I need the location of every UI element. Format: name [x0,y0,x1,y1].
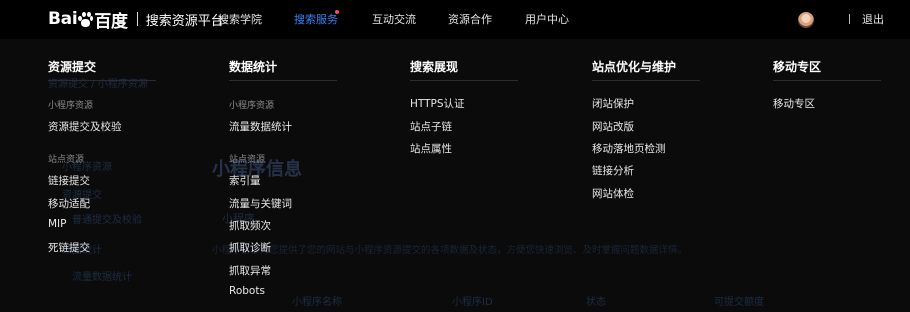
nav-user-center[interactable]: 用户中心 [525,12,569,28]
menu-link-site-sublinks[interactable]: 站点子链 [410,119,452,134]
menu-link-site-revision[interactable]: 网站改版 [592,119,634,134]
menu-column-data-stats: 数据统计 [229,58,337,81]
logout-link[interactable]: 退出 [862,12,884,28]
menu-link-mobile-adapt[interactable]: 移动适配 [48,196,90,211]
menu-link-mip[interactable]: MIP [48,218,67,230]
column-heading: 数据统计 [229,58,337,81]
column-heading: 搜索展现 [410,58,518,81]
menu-link-robots[interactable]: Robots [229,285,265,297]
baidu-logo[interactable]: Bai 百度 搜索资源平台 [48,9,224,32]
menu-link-https-cert[interactable]: HTTPS认证 [410,96,465,111]
nav-interaction[interactable]: 互动交流 [372,12,416,28]
bg-table-header: 状态 [586,297,606,308]
notification-dot [335,10,339,14]
menu-link-traffic-keywords[interactable]: 流量与关键词 [229,196,292,211]
menu-link-mobile-zone[interactable]: 移动专区 [773,96,815,111]
site-title: 搜索资源平台 [145,13,224,29]
column-heading: 移动专区 [773,58,881,81]
menu-link-site-closure-protect[interactable]: 闭站保护 [592,96,634,111]
top-navigation-bar: Bai 百度 搜索资源平台 搜索学院 搜索服务 互动交流 资源合作 用户中心 退… [0,0,910,39]
bg-table-header: 可提交额度 [714,297,764,308]
menu-link-index-volume[interactable]: 索引量 [229,173,261,188]
column-heading: 资源提交 [48,58,156,81]
logo-text-du: 百度 [94,11,128,32]
bg-description: 小程序信息为您提供了您的网站与小程序资源提交的各项数据及状态，方便您快速浏览、及… [212,245,688,256]
logo-text-bai: Bai [48,9,78,29]
menu-link-crawl-frequency[interactable]: 抓取频次 [229,218,271,233]
menu-link-site-attributes[interactable]: 站点属性 [410,141,452,156]
menu-link-dead-link-submit[interactable]: 死链提交 [48,240,90,255]
menu-column-site-optimization: 站点优化与维护 [592,58,700,81]
nav-resource-cooperation[interactable]: 资源合作 [448,12,492,28]
bg-sidebar-item: 流量数据统计 [72,272,132,283]
menu-link-crawl-diagnosis[interactable]: 抓取诊断 [229,240,271,255]
group-label: 小程序资源 [48,101,94,111]
header-divider [849,14,850,24]
menu-link-site-checkup[interactable]: 网站体检 [592,186,634,201]
menu-link-link-submit[interactable]: 链接提交 [48,173,90,188]
menu-link-resource-submit-verify[interactable]: 资源提交及校验 [48,119,122,134]
menu-link-crawl-errors[interactable]: 抓取异常 [229,263,271,278]
bg-sidebar-item: 普通提交及校验 [72,215,142,226]
menu-column-resource-submit: 资源提交 [48,58,156,81]
nav-search-service[interactable]: 搜索服务 [294,12,338,28]
menu-link-traffic-stats[interactable]: 流量数据统计 [229,119,292,134]
menu-column-mobile-zone: 移动专区 [773,58,881,81]
nav-search-academy[interactable]: 搜索学院 [218,12,262,28]
user-avatar[interactable] [798,12,814,28]
group-label: 小程序资源 [229,101,275,111]
menu-link-mobile-landing-check[interactable]: 移动落地页检测 [592,141,666,156]
bg-table-header: 小程序名称 [292,297,342,308]
menu-column-search-display: 搜索展现 [410,58,518,81]
group-label: 站点资源 [229,155,266,165]
logo-divider [136,12,138,26]
menu-link-link-analysis[interactable]: 链接分析 [592,163,634,178]
group-label: 站点资源 [48,155,85,165]
column-heading: 站点优化与维护 [592,58,700,81]
bg-table-header: 小程序ID [452,297,493,308]
paw-icon [78,11,94,27]
